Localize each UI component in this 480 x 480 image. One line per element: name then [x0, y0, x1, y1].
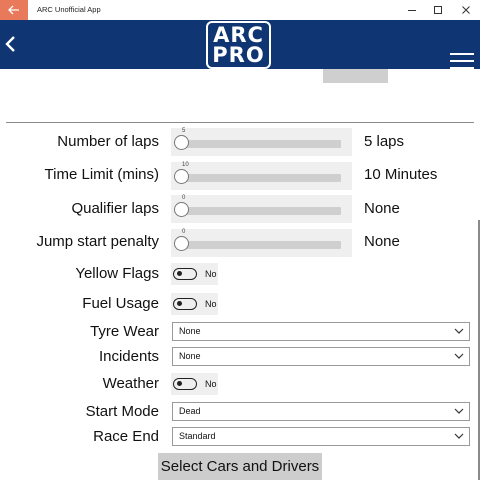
jump-start-penalty-label: Jump start penalty: [36, 233, 159, 250]
close-icon: [462, 6, 470, 14]
slider-track: [179, 241, 341, 249]
tyre-wear-value: None: [179, 326, 201, 336]
chevron-down-icon: [454, 408, 464, 414]
weather-state: No: [205, 379, 217, 389]
time-limit-value: 10 Minutes: [364, 166, 438, 183]
hamburger-menu-button[interactable]: [450, 53, 474, 71]
incidents-select[interactable]: None: [172, 347, 470, 366]
race-end-label: Race End: [93, 428, 159, 445]
incidents-label: Incidents: [98, 348, 159, 365]
app-back-button[interactable]: [2, 33, 18, 55]
minimize-icon: [408, 10, 416, 11]
chevron-down-icon: [454, 353, 464, 359]
race-end-select[interactable]: Standard: [172, 427, 470, 446]
slider-track: [179, 207, 341, 215]
toggle-switch[interactable]: [173, 268, 197, 280]
slider-track: [179, 174, 341, 182]
logo-line-top: ARC: [213, 23, 264, 47]
maximize-icon: [434, 6, 442, 14]
slider-track: [179, 140, 341, 148]
back-arrow-icon: [8, 5, 19, 15]
fuel-usage-state: No: [205, 299, 217, 309]
toggle-switch[interactable]: [173, 298, 197, 310]
time-limit-slider[interactable]: 10: [171, 162, 352, 190]
qualifier-laps-slider[interactable]: 0: [171, 195, 352, 223]
hamburger-menu-icon: [450, 53, 474, 55]
window-title: ARC Unofficial App: [37, 5, 101, 14]
yellow-flags-state: No: [205, 269, 217, 279]
partially-visible-button[interactable]: [323, 69, 388, 83]
chevron-left-icon: [5, 36, 15, 52]
yellow-flags-toggle[interactable]: No: [171, 263, 218, 285]
laps-slider[interactable]: 5: [171, 128, 352, 156]
incidents-value: None: [179, 351, 201, 361]
chevron-down-icon: [454, 433, 464, 439]
jump-start-slider-tick: 0: [182, 229, 186, 235]
start-mode-value: Dead: [179, 406, 201, 416]
fuel-usage-label: Fuel Usage: [82, 295, 159, 312]
qualifier-laps-slider-tick: 0: [182, 195, 186, 201]
jump-start-penalty-value: None: [364, 233, 400, 250]
section-divider: [6, 122, 474, 123]
time-limit-label: Time Limit (mins): [44, 166, 159, 183]
chevron-down-icon: [454, 328, 464, 334]
toggle-knob: [177, 271, 182, 276]
hamburger-line: [450, 67, 474, 69]
close-button[interactable]: [451, 0, 480, 20]
start-mode-label: Start Mode: [85, 403, 159, 420]
window-back-button[interactable]: [0, 0, 28, 20]
fuel-usage-toggle[interactable]: No: [171, 293, 218, 315]
slider-thumb[interactable]: [174, 135, 189, 150]
start-mode-select[interactable]: Dead: [172, 402, 470, 421]
yellow-flags-label: Yellow Flags: [75, 265, 159, 282]
maximize-button[interactable]: [423, 0, 453, 20]
toggle-switch[interactable]: [173, 378, 197, 390]
jump-start-penalty-slider[interactable]: 0: [171, 229, 352, 257]
select-cars-and-drivers-button[interactable]: Select Cars and Drivers: [158, 453, 322, 480]
slider-thumb[interactable]: [174, 169, 189, 184]
race-end-value: Standard: [179, 431, 216, 441]
weather-toggle[interactable]: No: [171, 373, 218, 395]
time-limit-slider-tick: 10: [182, 162, 189, 168]
qualifier-laps-label: Qualifier laps: [71, 200, 159, 217]
hamburger-line: [450, 60, 474, 62]
tyre-wear-select[interactable]: None: [172, 322, 470, 341]
toggle-knob: [177, 381, 182, 386]
qualifier-laps-value: None: [364, 200, 400, 217]
weather-label: Weather: [102, 375, 159, 392]
toggle-knob: [177, 301, 182, 306]
tyre-wear-label: Tyre Wear: [90, 323, 159, 340]
window-titlebar: ARC Unofficial App: [0, 0, 480, 20]
laps-slider-tick: 5: [182, 128, 186, 134]
slider-thumb[interactable]: [174, 202, 189, 217]
laps-label: Number of laps: [57, 133, 159, 150]
slider-thumb[interactable]: [174, 236, 189, 251]
arc-pro-logo: ARC PRO: [206, 21, 271, 69]
logo-line-bottom: PRO: [212, 43, 265, 67]
laps-value: 5 laps: [364, 133, 405, 150]
